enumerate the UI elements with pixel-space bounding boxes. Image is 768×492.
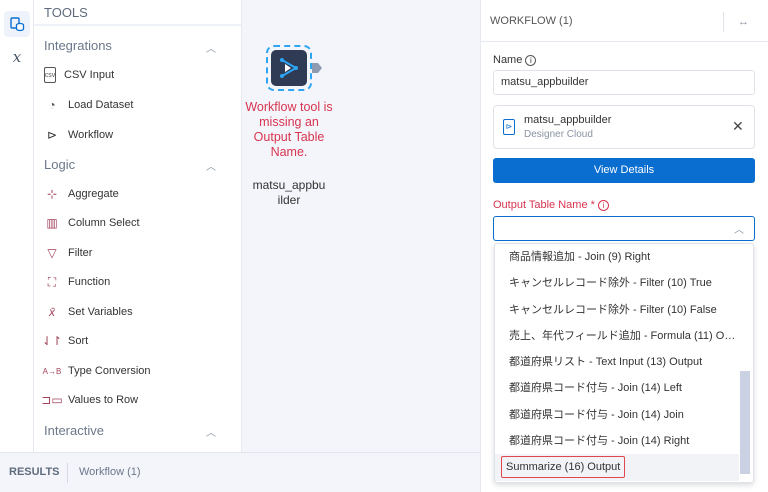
set-variables-icon: x̄	[49, 305, 55, 319]
name-label-text: Name	[493, 54, 523, 66]
tools-title: TOOLS	[34, 0, 241, 26]
section-interactive[interactable]: Interactive	[44, 423, 104, 438]
close-icon[interactable]: ✕	[732, 118, 744, 135]
tool-label: CSV Input	[64, 69, 115, 81]
aggregate-icon: ⊹	[46, 187, 58, 201]
tool-column-select[interactable]: ▥ Column Select	[44, 212, 140, 234]
results-tab-workflow[interactable]: Workflow (1)	[79, 466, 141, 478]
values-to-row-icon: ⊐▭	[41, 393, 63, 407]
dropdown-option-highlighted[interactable]: Summarize (16) Output	[495, 454, 739, 481]
tool-label: Column Select	[68, 217, 140, 229]
output-table-dropdown: 商品情報追加 - Join (9) Right キャンセルレコード除外 - Fi…	[494, 243, 754, 483]
name-label: Name i	[493, 54, 537, 66]
dropdown-option[interactable]: 都道府県リスト - Text Input (13) Output	[495, 349, 739, 375]
tool-type-conversion[interactable]: A→B Type Conversion	[42, 360, 151, 382]
section-logic[interactable]: Logic	[44, 157, 75, 172]
panel-title: WORKFLOW (1)	[490, 14, 573, 27]
workflow-node[interactable]	[266, 45, 312, 91]
tool-sort[interactable]: ⇃↾ Sort	[41, 330, 89, 352]
tool-filter[interactable]: ▽ Filter	[44, 242, 92, 264]
name-input[interactable]: matsu_appbuilder	[493, 70, 755, 95]
info-icon[interactable]: i	[525, 55, 537, 66]
dataset-icon: ◔	[48, 98, 56, 112]
sort-icon: ⇃↾	[41, 334, 63, 348]
tool-label: Values to Row	[68, 394, 139, 406]
section-integrations[interactable]: Integrations	[44, 38, 112, 53]
chevron-up-icon[interactable]: ︿	[206, 424, 216, 439]
workflow-config-panel: WORKFLOW (1) ↔ Name i matsu_appbuilder ⊳ …	[480, 0, 768, 492]
option-label: Summarize (16) Output	[501, 456, 626, 479]
filter-icon: ▽	[47, 246, 57, 260]
card-subtitle: Designer Cloud	[524, 129, 593, 140]
dropdown-option[interactable]: キャンセルレコード除外 - Filter (10) False	[495, 297, 739, 323]
column-select-icon: ▥	[46, 216, 58, 230]
workflow-icon: ⊳	[46, 128, 58, 142]
dropdown-option[interactable]: 都道府県コード付与 - Join (14) Join	[495, 402, 739, 428]
dropdown-option[interactable]: 商品情報追加 - Join (9) Right	[495, 244, 739, 270]
dropdown-scrollbar[interactable]	[740, 371, 750, 474]
expand-icon[interactable]: ↔	[723, 12, 763, 32]
tool-values-to-row[interactable]: ⊐▭ Values to Row	[41, 389, 139, 411]
tool-aggregate[interactable]: ⊹ Aggregate	[44, 183, 119, 205]
dropdown-option[interactable]: 都道府県コード付与 - Join (14) Right	[495, 428, 739, 454]
dropdown-option[interactable]: キャンセルレコード除外 - Filter (10) True	[495, 270, 739, 296]
chevron-up-icon[interactable]: ︿	[206, 158, 216, 173]
dropdown-option[interactable]: 売上、年代フィールド追加 - Formula (11) Output	[495, 323, 739, 349]
output-port[interactable]	[312, 63, 322, 73]
dropdown-option[interactable]: 都道府県コード付与 - Join (14) Left	[495, 375, 739, 401]
output-label-text: Output Table Name *	[493, 199, 595, 211]
left-rail: x	[0, 0, 34, 452]
tool-label: Aggregate	[68, 188, 119, 200]
workflow-file-icon: ⊳	[503, 119, 515, 135]
tool-label: Function	[68, 276, 111, 288]
tool-label: Sort	[68, 335, 89, 347]
tool-load-dataset[interactable]: ◔ Load Dataset	[44, 94, 133, 116]
tool-label: Load Dataset	[68, 99, 134, 111]
tool-label: Type Conversion	[68, 365, 151, 377]
variable-x-icon[interactable]: x	[4, 44, 30, 70]
tool-label: Filter	[68, 247, 93, 259]
tool-workflow[interactable]: ⊳ Workflow	[44, 124, 113, 146]
node-error-message: Workflow tool is missing an Output Table…	[245, 100, 333, 159]
function-icon: ⛶	[47, 274, 57, 289]
data-tools-icon[interactable]	[4, 11, 30, 37]
workflow-card: ⊳ matsu_appbuilder Designer Cloud ✕	[493, 105, 755, 149]
results-label: RESULTS	[9, 466, 60, 478]
card-title: matsu_appbuilder	[524, 114, 612, 126]
tool-label: Workflow	[68, 129, 114, 141]
workflow-canvas[interactable]: Workflow tool is missing an Output Table…	[242, 0, 480, 452]
csv-icon: csv	[44, 67, 56, 83]
tool-function[interactable]: ⛶ Function	[44, 271, 110, 293]
view-details-button[interactable]: View Details	[493, 158, 755, 183]
chevron-up-icon: ︿	[734, 225, 744, 236]
tool-csv-input[interactable]: csv CSV Input	[44, 64, 114, 86]
tools-panel: TOOLS Integrations ︿ csv CSV Input ◔ Load …	[34, 0, 242, 452]
type-conversion-icon: A→B	[42, 366, 62, 376]
chevron-up-icon[interactable]: ︿	[206, 40, 216, 55]
tool-label: Set Variables	[68, 306, 133, 318]
node-name: matsu_appbuilder	[252, 178, 326, 207]
output-table-select[interactable]: ︿	[493, 216, 755, 241]
tool-set-variables[interactable]: x̄ Set Variables	[44, 301, 133, 323]
divider	[67, 463, 68, 483]
workflow-icon	[280, 58, 299, 78]
info-icon[interactable]: i	[597, 200, 609, 211]
output-table-label: Output Table Name * i	[493, 199, 609, 211]
